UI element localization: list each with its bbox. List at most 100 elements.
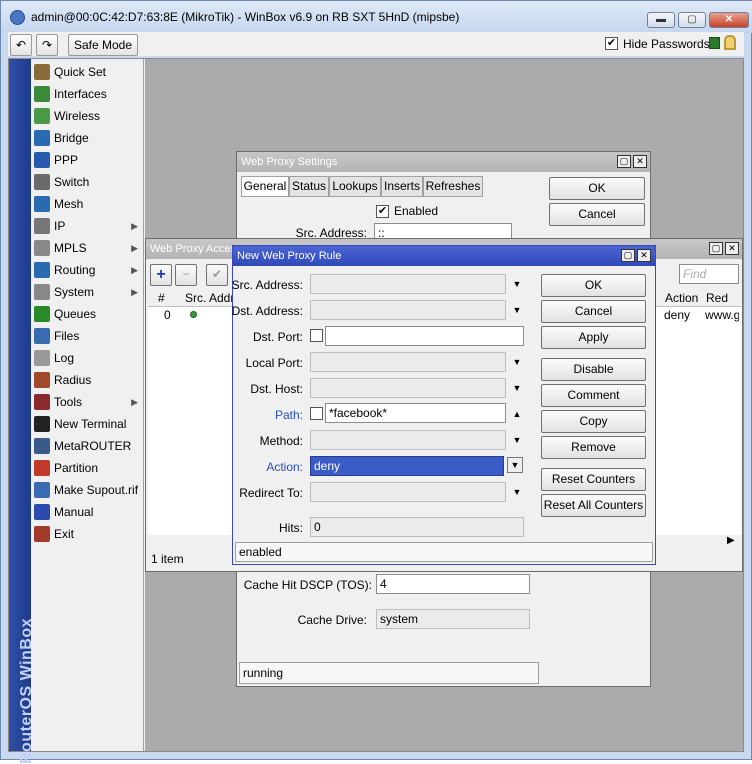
menu-item-log[interactable]: Log [31, 347, 144, 369]
col-redirect-to[interactable]: Redirect To [706, 291, 728, 305]
window-titlebar[interactable]: admin@00:0C:42:D7:63:8E (MikroTik) - Win… [1, 1, 752, 33]
cache-hit-dscp-field[interactable]: 4 [376, 574, 530, 594]
minimize-button[interactable]: ▬ [647, 12, 675, 28]
submenu-arrow-icon: ▶ [131, 397, 138, 407]
menu-item-system[interactable]: System ▶ [31, 281, 144, 303]
partition-icon [34, 460, 50, 476]
menu-item-label: Partition [54, 461, 99, 475]
rule-ok-button[interactable]: OK [541, 274, 646, 297]
proxy-settings-restore-button[interactable]: ▢ [617, 155, 631, 168]
dst-address-dropdown-icon[interactable]: ▼ [511, 304, 523, 316]
action-dropdown-icon[interactable]: ▼ [507, 457, 523, 473]
menu-item-tools[interactable]: Tools ▶ [31, 391, 144, 413]
undo-button[interactable]: ↶ [10, 34, 32, 56]
action-select[interactable]: deny [310, 456, 504, 476]
maximize-button[interactable]: ▢ [678, 12, 706, 28]
menu-item-partition[interactable]: Partition [31, 457, 144, 479]
menu-item-mpls[interactable]: MPLS ▶ [31, 237, 144, 259]
status-dot-icon [190, 311, 197, 318]
tab-inserts[interactable]: Inserts [381, 176, 423, 197]
menu-item-queues[interactable]: Queues [31, 303, 144, 325]
menu-item-wireless[interactable]: Wireless [31, 105, 144, 127]
dst-port-input[interactable] [325, 326, 524, 346]
menu-item-manual[interactable]: Manual [31, 501, 144, 523]
menu-item-switch[interactable]: Switch [31, 171, 144, 193]
reset-counters-button[interactable]: Reset Counters [541, 468, 646, 491]
menu-item-metarouter[interactable]: MetaROUTER [31, 435, 144, 457]
menu-item-label: MetaROUTER [54, 439, 132, 453]
col-action[interactable]: Action [665, 291, 698, 305]
dst-address-select[interactable] [310, 300, 506, 320]
access-restore-button[interactable]: ▢ [709, 242, 723, 255]
rule-remove-button[interactable]: Remove [541, 436, 646, 459]
access-title: Web Proxy Access [150, 243, 242, 255]
menu-item-label: Mesh [54, 197, 84, 211]
enabled-checkbox[interactable]: ✔ [376, 205, 389, 218]
menu-item-exit[interactable]: Exit [31, 523, 144, 545]
menu-item-label: Make Supout.rif [54, 483, 139, 497]
tab-general[interactable]: General [241, 176, 289, 197]
tab-status[interactable]: Status [289, 176, 329, 197]
rule-apply-button[interactable]: Apply [541, 326, 646, 349]
local-port-dropdown-icon[interactable]: ▼ [511, 356, 523, 368]
path-collapse-icon[interactable]: ▲ [511, 408, 523, 420]
tools-icon [34, 394, 50, 410]
proxy-settings-cancel-button[interactable]: Cancel [549, 203, 645, 226]
submenu-arrow-icon: ▶ [131, 265, 138, 275]
ip-icon [34, 218, 50, 234]
rule-disable-button[interactable]: Disable [541, 358, 646, 381]
menu-item-label: Files [54, 329, 80, 343]
mesh-icon [34, 196, 50, 212]
menu-item-make-supout-rif[interactable]: Make Supout.rif [31, 479, 144, 501]
remove-icon[interactable]: − [175, 264, 197, 286]
hide-passwords-checkbox[interactable]: ✔ [605, 37, 618, 50]
main-menu: Quick Set Interfaces Wireless Bridge PPP Swit… [31, 59, 144, 751]
rule-cancel-button[interactable]: Cancel [541, 300, 646, 323]
scroll-right-icon[interactable]: ▶ [727, 535, 735, 546]
rule-copy-button[interactable]: Copy [541, 410, 646, 433]
proxy-settings-titlebar[interactable]: Web Proxy Settings [237, 152, 650, 172]
access-close-button[interactable]: ✕ [725, 242, 739, 255]
rule-restore-button[interactable]: ▢ [621, 249, 635, 262]
menu-item-mesh[interactable]: Mesh [31, 193, 144, 215]
menu-item-label: Quick Set [54, 65, 107, 79]
tab-refreshes[interactable]: Refreshes [423, 176, 483, 197]
method-dropdown-icon[interactable]: ▼ [511, 434, 523, 446]
path-not-checkbox[interactable] [310, 407, 323, 420]
add-icon[interactable]: + [150, 264, 172, 286]
col-number[interactable]: # [158, 291, 165, 305]
rule-close-button[interactable]: ✕ [637, 249, 651, 262]
dst-host-select[interactable] [310, 378, 506, 398]
src-address-dropdown-icon[interactable]: ▼ [511, 278, 523, 290]
menu-item-interfaces[interactable]: Interfaces [31, 83, 144, 105]
find-input[interactable]: Find [679, 264, 739, 284]
proxy-settings-close-button[interactable]: ✕ [633, 155, 647, 168]
close-button[interactable]: ✕ [709, 12, 749, 28]
menu-item-files[interactable]: Files [31, 325, 144, 347]
menu-item-label: Queues [54, 307, 97, 321]
dst-port-not-checkbox[interactable] [310, 329, 323, 342]
menu-item-ppp[interactable]: PPP [31, 149, 144, 171]
menu-item-routing[interactable]: Routing ▶ [31, 259, 144, 281]
menu-item-label: System [54, 285, 95, 299]
menu-item-quick-set[interactable]: Quick Set [31, 61, 144, 83]
redo-button[interactable]: ↷ [36, 34, 58, 56]
proxy-settings-ok-button[interactable]: OK [549, 177, 645, 200]
cache-drive-label: Cache Drive: [297, 613, 367, 627]
dst-host-dropdown-icon[interactable]: ▼ [511, 382, 523, 394]
menu-item-bridge[interactable]: Bridge [31, 127, 144, 149]
reset-all-counters-button[interactable]: Reset All Counters [541, 494, 646, 517]
menu-item-ip[interactable]: IP ▶ [31, 215, 144, 237]
redirect-to-select[interactable] [310, 482, 506, 502]
rule-comment-button[interactable]: Comment [541, 384, 646, 407]
tab-lookups[interactable]: Lookups [329, 176, 381, 197]
local-port-select[interactable] [310, 352, 506, 372]
menu-item-radius[interactable]: Radius [31, 369, 144, 391]
rule-titlebar[interactable]: New Web Proxy Rule [233, 246, 655, 266]
method-select[interactable] [310, 430, 506, 450]
safe-mode-button[interactable]: Safe Mode [68, 34, 138, 56]
path-input[interactable]: *facebook* [325, 403, 506, 423]
menu-item-new-terminal[interactable]: New Terminal [31, 413, 144, 435]
src-address-select[interactable] [310, 274, 506, 294]
redirect-to-dropdown-icon[interactable]: ▼ [511, 486, 523, 498]
